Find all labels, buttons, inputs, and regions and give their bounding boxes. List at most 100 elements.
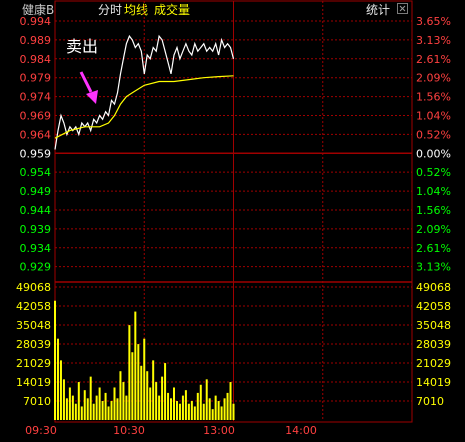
price-tick-label: 0.944 [20,204,52,217]
volume-bar [122,382,125,420]
volume-bar [184,390,187,420]
volume-bar [223,398,226,420]
volume-bar [199,384,202,420]
volume-bar [158,395,161,420]
volume-tick-label: 14019 [16,376,51,389]
volume-bar [77,382,80,420]
volume-tick-label: 35048 [16,319,51,332]
volume-bar [140,365,143,420]
volume-bar [101,401,104,420]
volume-bar [202,403,205,420]
price-tick-label: 0.969 [20,109,52,122]
percent-tick-label: 1.56% [416,204,451,217]
arrow-shaft [79,71,93,93]
percent-tick-label: 0.00% [416,147,451,160]
volume-tick-label-right: 35048 [416,319,451,332]
volume-bar [116,398,119,420]
percent-tick-label: 0.52% [416,128,451,141]
volume-bar [232,403,235,420]
volume-bar [143,338,146,420]
volume-bar [71,395,74,420]
volume-bar [167,392,170,420]
price-tick-label: 0.939 [20,223,52,236]
volume-bar [104,392,107,420]
volume-bar [211,409,214,420]
volume-bar [146,371,149,420]
annotation: 卖出 [66,37,98,104]
percent-tick-label: 1.04% [416,185,451,198]
volume-bar [68,387,71,420]
volume-bar [152,360,155,420]
price-tick-label: 0.934 [20,242,52,255]
volume-bar [193,406,196,420]
volume-tick-label-right: 49068 [416,281,451,294]
volume-tick-label-right: 28039 [416,338,451,351]
volume-bar [110,401,113,420]
price-tick-label: 0.959 [20,147,52,160]
price-tick-label: 0.974 [20,91,52,104]
volume-bar [86,398,89,420]
volume-tick-label: 42058 [16,300,51,313]
volume-bar [208,398,211,420]
volume-bar [89,376,92,420]
price-tick-label: 0.979 [20,72,52,85]
price-tick-label: 0.989 [20,34,52,47]
intraday-chart: 0.994 3.65% 0.989 3.13% 0.984 2.61% 0.979 2.09%… [16,0,451,437]
volume-bar [226,392,229,420]
volume-bar [62,379,65,420]
volume-bar [131,352,134,420]
volume-bar [137,344,140,420]
price-tick-label: 0.954 [20,166,52,179]
volume-bar [214,395,217,420]
volume-bar [98,387,101,420]
volume-bar [134,311,137,420]
volume-bar [181,395,184,420]
volume-tick-label-right: 21029 [416,357,451,370]
volume-bar [95,395,98,420]
volume-bar [217,401,220,420]
price-tick-label: 0.929 [20,261,52,274]
volume-bar [173,387,175,420]
volume-bar [92,403,95,420]
price-tick-label: 0.949 [20,185,52,198]
volume-bar [83,390,86,420]
volume-bar [56,338,59,420]
volume-bar [65,398,68,420]
volume-bar [113,387,116,420]
time-tick-label: 13:00 [203,424,235,437]
volume-bar [220,406,223,420]
volume-bar [155,382,158,420]
volume-bar [229,382,232,420]
percent-tick-label: 2.09% [416,72,451,85]
volume-bar [107,406,110,420]
volume-bar [74,403,77,420]
volume-bar [80,406,83,420]
price-tick-label: 0.964 [20,128,52,141]
volume-bar [170,398,173,420]
volume-bar [164,363,167,420]
percent-tick-label: 1.56% [416,91,451,104]
volume-bar [119,371,122,420]
percent-tick-label: 2.61% [416,53,451,66]
volume-tick-label: 21029 [16,357,51,370]
chart-grid [54,0,413,423]
percent-tick-label: 3.65% [416,15,451,28]
percent-tick-label: 0.52% [416,166,451,179]
volume-tick-label: 49068 [16,281,51,294]
price-tick-label: 0.994 [20,15,52,28]
volume-bar [128,325,131,420]
time-tick-label: 10:30 [113,424,145,437]
percent-tick-label: 1.04% [416,109,451,122]
annotation-text: 卖出 [66,37,98,56]
volume-bar [187,403,190,420]
percent-tick-label: 2.09% [416,223,451,236]
volume-bar [59,360,62,420]
percent-tick-label: 3.13% [416,261,451,274]
time-tick-label: 14:00 [285,424,317,437]
volume-bar [149,387,152,420]
volume-bar [190,401,193,420]
price-tick-label: 0.984 [20,53,52,66]
volume-tick-label: 7010 [23,395,51,408]
volume-bar [196,392,199,420]
volume-bar [178,403,181,420]
